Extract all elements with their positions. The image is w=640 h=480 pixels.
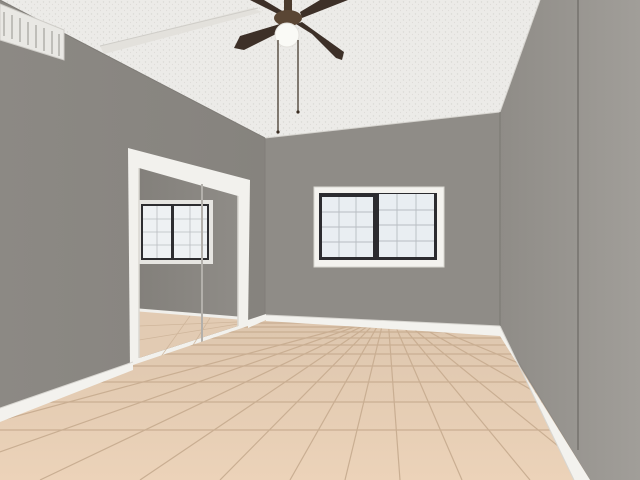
- room-photo: [0, 0, 640, 480]
- room-illustration: [0, 0, 640, 480]
- double-window: [313, 186, 445, 268]
